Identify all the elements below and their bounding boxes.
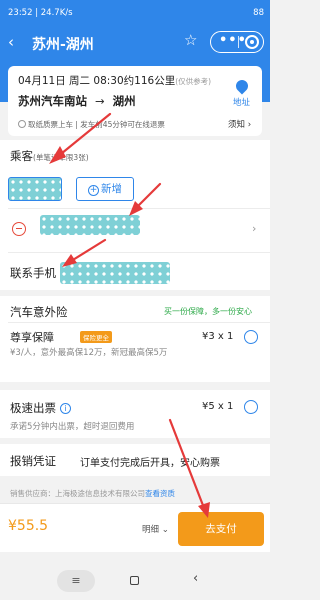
divider	[8, 208, 270, 209]
location-pin-icon[interactable]	[233, 77, 251, 95]
trip-datetime: 04月11日 周二 08:30约116公里	[18, 75, 176, 87]
insurance-promo: 买一份保障，多一份安心	[164, 307, 252, 316]
qualification-link[interactable]: 查看资质	[145, 489, 175, 498]
insurance-plan-name: 尊享保障	[10, 331, 54, 344]
fast-ticket-price: ¥5 x 1	[202, 401, 234, 412]
route-arrow: →	[95, 94, 105, 108]
insurance-title: 汽车意外险	[10, 305, 68, 319]
status-time: 23:52 | 24.7K/s	[8, 8, 73, 18]
pay-button[interactable]: 去支付	[178, 512, 264, 546]
trip-date-line: 04月11日 周二 08:30约116公里(仅供参考)	[18, 73, 211, 88]
passenger-info-redacted	[40, 215, 140, 235]
add-passenger-button[interactable]: + 新增	[76, 177, 134, 201]
star-icon[interactable]: ☆	[184, 31, 197, 49]
system-nav-bar: ≡ ‹	[0, 552, 270, 600]
close-target-icon[interactable]	[245, 35, 259, 49]
system-back-icon[interactable]: ‹	[193, 571, 198, 586]
rules-link[interactable]: 须知 ›	[228, 118, 251, 130]
ticket-icon	[18, 120, 26, 128]
fast-ticket-heading: 极速出票 i	[10, 400, 71, 416]
passenger-chip-redacted[interactable]	[8, 177, 62, 201]
passenger-limit: (单笔订单限3张)	[33, 153, 89, 162]
page-title: 苏州-湖州	[32, 37, 94, 53]
passenger-label: 乘客	[10, 149, 33, 163]
supplier-text: 销售供应商：上海极途信息技术有限公司	[10, 489, 145, 498]
distance-note: (仅供参考)	[175, 77, 212, 86]
plus-icon: +	[88, 185, 99, 196]
home-icon[interactable]	[130, 576, 139, 585]
price-detail-toggle[interactable]: 明细 ⌄	[142, 523, 169, 535]
top-nav: ‹ 苏州-湖州 ☆ •••	[0, 24, 270, 62]
insurance-price: ¥3 x 1	[202, 331, 234, 342]
contact-phone-redacted[interactable]	[60, 262, 170, 284]
status-bar: 23:52 | 24.7K/s 88	[0, 0, 270, 24]
insurance-tag: 保险更全	[80, 331, 112, 343]
passenger-heading: 乘客(单笔订单限3张)	[10, 148, 89, 164]
fast-ticket-radio[interactable]	[244, 400, 258, 414]
supplier-line: 销售供应商：上海极途信息技术有限公司查看资质	[10, 488, 175, 499]
back-icon[interactable]: ‹	[8, 33, 14, 51]
capsule-divider	[238, 36, 239, 48]
menu-icon[interactable]: ≡	[57, 570, 95, 592]
insurance-radio[interactable]	[244, 330, 258, 344]
checkout-bar: ¥55.5 明细 ⌄ 去支付	[0, 503, 270, 552]
more-icon[interactable]: •••	[219, 33, 247, 48]
battery-level: 88	[253, 8, 264, 18]
contact-phone-label: 联系手机	[10, 266, 56, 280]
from-station: 苏州汽车南站	[18, 94, 87, 108]
to-station: 湖州	[112, 94, 136, 108]
chevron-right-icon[interactable]: ›	[252, 222, 256, 235]
info-icon[interactable]: i	[60, 403, 71, 414]
fast-ticket-description: 承诺5分钟内出票，超时退回费用	[10, 422, 135, 432]
add-passenger-label: 新增	[101, 183, 122, 195]
mini-program-capsule: •••	[210, 31, 264, 53]
map-address-link[interactable]: 地址	[233, 96, 250, 108]
divider	[8, 322, 270, 323]
remove-passenger-icon[interactable]	[12, 222, 26, 236]
total-price: ¥55.5	[8, 518, 49, 534]
divider	[8, 252, 270, 253]
fast-ticket-title: 极速出票	[10, 401, 56, 415]
insurance-description: ¥3/人，意外最高保12万，新冠最高保5万	[10, 348, 168, 358]
trip-card: 04月11日 周二 08:30约116公里(仅供参考) 苏州汽车南站 → 湖州 地址…	[8, 66, 262, 136]
voucher-label: 报销凭证	[10, 454, 56, 468]
ticket-notice-text: 取纸质票上车 | 发车前45分钟可在线退票	[28, 120, 165, 129]
voucher-text: 订单支付完成后开具，安心购票	[80, 458, 220, 469]
ticket-notice: 取纸质票上车 | 发车前45分钟可在线退票	[18, 119, 165, 130]
trip-route: 苏州汽车南站 → 湖州	[18, 93, 136, 109]
